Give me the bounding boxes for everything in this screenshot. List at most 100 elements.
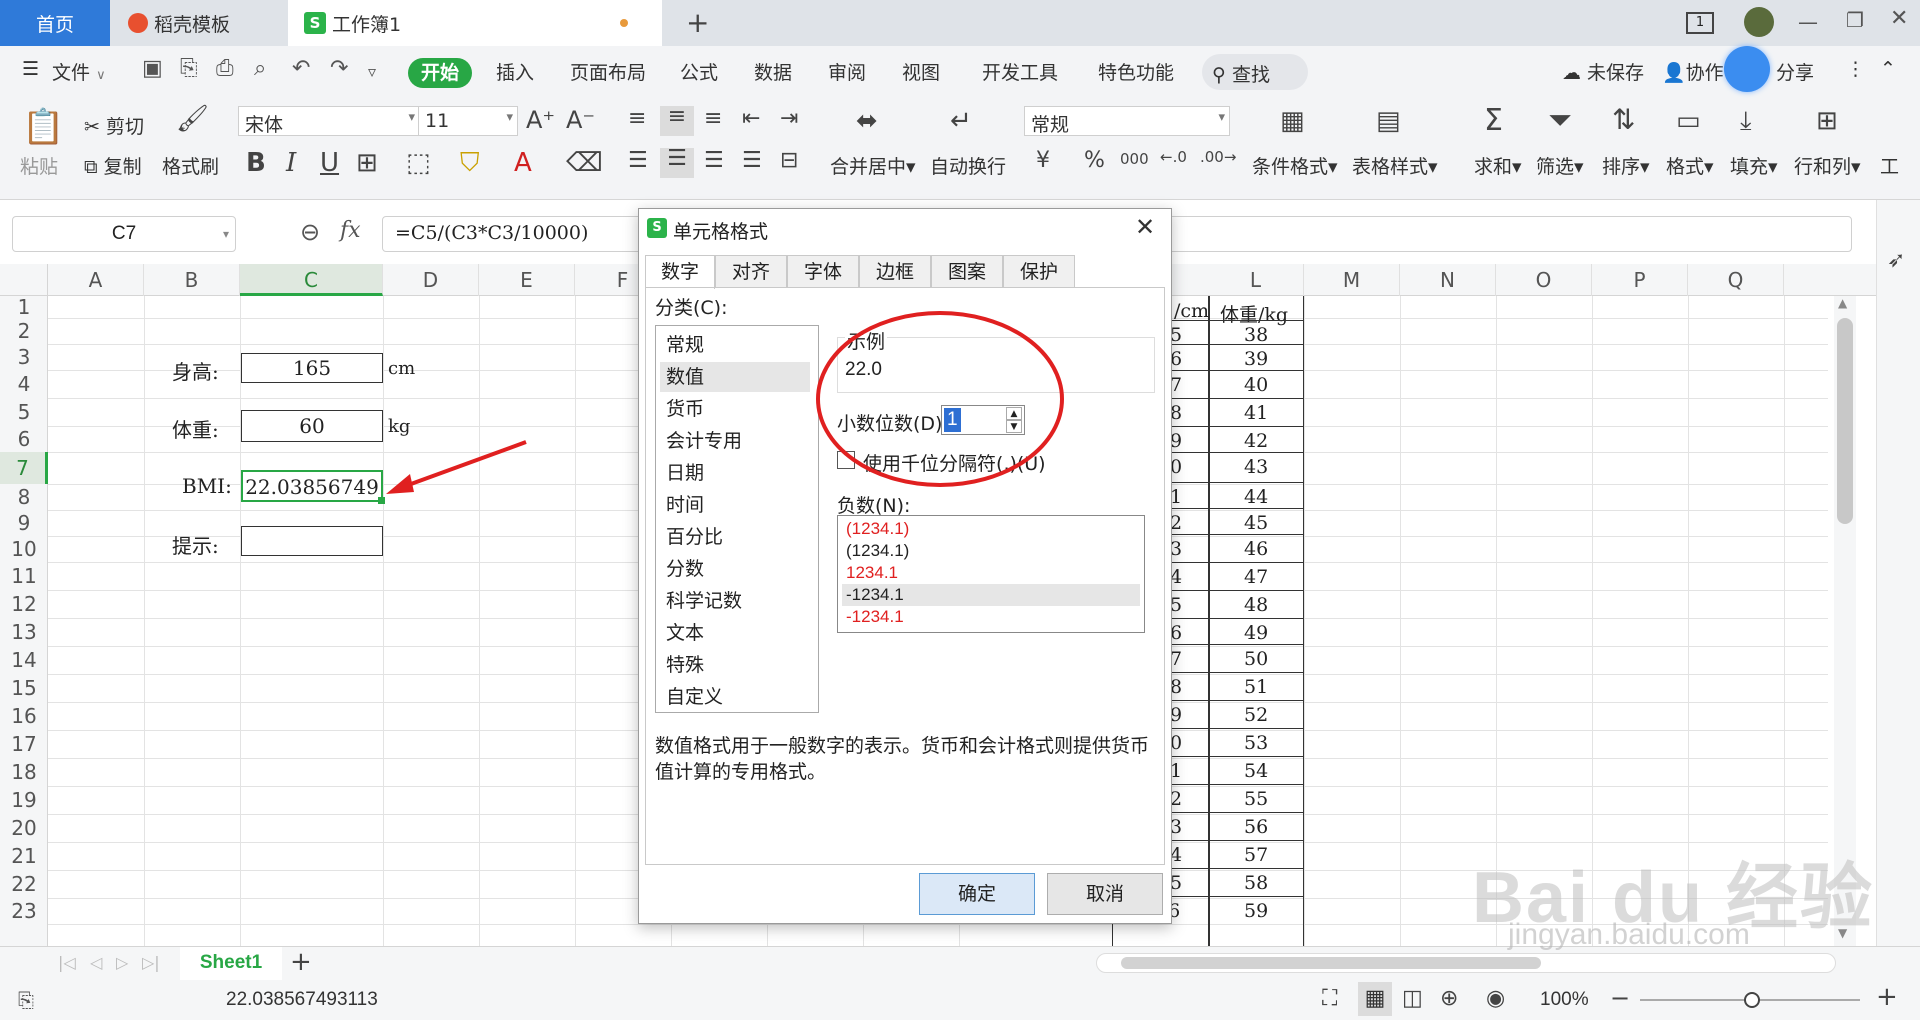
column-a[interactable]: A [48, 264, 144, 296]
table-style-button[interactable]: 表格样式▾ [1352, 152, 1438, 179]
align-top-icon[interactable]: ≡ [628, 108, 646, 130]
zoom-out-icon[interactable]: − [1610, 984, 1630, 1012]
category-item[interactable]: 科学记数 [660, 586, 810, 616]
save-icon[interactable]: ▣ [142, 56, 163, 81]
tab-home[interactable]: 首页 [0, 0, 110, 46]
negative-format-item[interactable]: -1234.1 [842, 606, 1140, 628]
page-break-view-icon[interactable]: ⊕ [1440, 986, 1458, 1011]
align-bottom-icon[interactable]: ≡ [704, 108, 722, 130]
normal-view-icon[interactable]: ▦ [1358, 982, 1392, 1016]
column-e[interactable]: E [479, 264, 575, 296]
bold-icon[interactable]: B [246, 150, 266, 176]
column-l[interactable]: L [1208, 264, 1304, 296]
cursor-icon[interactable]: ➶ [1887, 248, 1905, 273]
tab-home-ribbon[interactable]: 开始 [408, 58, 472, 88]
new-tab-button[interactable]: + [686, 6, 709, 39]
row-12[interactable]: 12 [0, 590, 48, 618]
category-item[interactable]: 特殊 [660, 650, 810, 680]
paste-icon[interactable]: 📋 [22, 110, 64, 144]
category-item[interactable]: 百分比 [660, 522, 810, 552]
function-icon[interactable]: fx [340, 218, 361, 243]
restore-icon[interactable]: ❐ [1846, 8, 1864, 32]
align-left-icon[interactable]: ☰ [628, 150, 648, 172]
align-right-icon[interactable]: ☰ [704, 150, 724, 172]
column-p[interactable]: P [1592, 264, 1688, 296]
row-11[interactable]: 11 [0, 562, 48, 590]
sum-button[interactable]: 求和▾ [1474, 152, 1522, 179]
category-list[interactable]: 常规 数值 货币 会计专用 日期 时间 百分比 分数 科学记数 文本 特殊 自定义 [655, 325, 819, 713]
row-17[interactable]: 17 [0, 730, 48, 758]
tab-docer[interactable]: 稻壳模板 [112, 0, 284, 46]
format-painter-button[interactable]: 格式刷 [162, 152, 219, 179]
row-23[interactable]: 23 [0, 898, 48, 924]
cell-style-icon[interactable]: ⬚ [406, 150, 431, 176]
row-4[interactable]: 4 [0, 370, 48, 398]
decrease-font-icon[interactable]: A⁻ [566, 108, 595, 132]
select-all-corner[interactable] [0, 264, 48, 296]
row-22[interactable]: 22 [0, 870, 48, 898]
h-scroll-thumb[interactable] [1121, 957, 1541, 969]
tab-workbook[interactable]: S 工作簿1 [288, 0, 662, 46]
indent-decrease-icon[interactable]: ⇤ [742, 108, 760, 130]
row-20[interactable]: 20 [0, 814, 48, 842]
indent-increase-icon[interactable]: ⇥ [780, 108, 798, 130]
print-preview-icon[interactable]: ⌕ [254, 56, 266, 81]
zoom-slider-handle[interactable] [1744, 992, 1760, 1008]
fill-color-icon[interactable]: ⛉ [460, 150, 480, 176]
increase-font-icon[interactable]: A⁺ [526, 108, 555, 132]
add-sheet-button[interactable]: + [290, 947, 312, 977]
minimize-icon[interactable]: — [1798, 10, 1818, 34]
worksheet-button[interactable]: 工 [1880, 152, 1899, 179]
eye-protection-icon[interactable]: ◉ [1486, 986, 1505, 1011]
row-21[interactable]: 21 [0, 842, 48, 870]
tab-font[interactable]: 字体 [787, 255, 859, 287]
clear-icon[interactable]: ⌫ [566, 150, 603, 176]
row-7[interactable]: 7 [0, 452, 48, 484]
column-c[interactable]: C [240, 264, 383, 296]
hamburger-icon[interactable]: ☰ [22, 58, 39, 80]
category-item[interactable]: 会计专用 [660, 426, 810, 456]
assistant-icon[interactable] [1724, 46, 1770, 92]
row-1[interactable]: 1 [0, 296, 48, 318]
redo-icon[interactable]: ↷ [330, 56, 348, 81]
search-box[interactable]: ⚲ 查找 [1202, 54, 1308, 90]
number-format-select[interactable]: 常规 ▾ [1024, 106, 1230, 136]
copy-button[interactable]: ⧉ 复制 [84, 152, 142, 179]
scroll-thumb[interactable] [1837, 318, 1853, 524]
hint-cell[interactable] [241, 526, 383, 556]
more-icon[interactable]: ⋮ [1846, 58, 1865, 80]
sheet-tab-sheet1[interactable]: Sheet1 [180, 947, 282, 981]
row-19[interactable]: 19 [0, 786, 48, 814]
row-18[interactable]: 18 [0, 758, 48, 786]
tab-formulas[interactable]: 公式 [680, 58, 718, 85]
collab-button[interactable]: 👤协作 [1662, 58, 1724, 85]
horizontal-scrollbar[interactable] [1096, 953, 1836, 973]
close-window-icon[interactable]: ✕ [1890, 6, 1908, 31]
sort-button[interactable]: 排序▾ [1602, 152, 1650, 179]
first-sheet-icon[interactable]: |◁ [58, 953, 76, 972]
align-middle-icon[interactable]: ≡ [660, 106, 694, 136]
tab-protection[interactable]: 保护 [1003, 255, 1075, 287]
category-item[interactable]: 时间 [660, 490, 810, 520]
print-icon[interactable]: ⎙ [216, 56, 234, 81]
tab-border[interactable]: 边框 [859, 255, 931, 287]
underline-icon[interactable]: U [320, 150, 339, 176]
tab-data[interactable]: 数据 [754, 58, 792, 85]
category-item[interactable]: 文本 [660, 618, 810, 648]
column-o[interactable]: O [1496, 264, 1592, 296]
row-16[interactable]: 16 [0, 702, 48, 730]
column-d[interactable]: D [383, 264, 479, 296]
row-2[interactable]: 2 [0, 318, 48, 344]
prev-sheet-icon[interactable]: ◁ [90, 953, 102, 972]
bmi-cell[interactable]: 22.03856749 [241, 470, 383, 502]
tab-insert[interactable]: 插入 [496, 58, 534, 85]
tab-view[interactable]: 视图 [902, 58, 940, 85]
zoom-formula-icon[interactable]: ⊖ [300, 218, 320, 246]
negative-format-item[interactable]: (1234.1) [842, 540, 1140, 562]
height-cell[interactable]: 165 [241, 353, 383, 383]
column-n[interactable]: N [1400, 264, 1496, 296]
collapse-ribbon-icon[interactable]: ⌃ [1880, 58, 1896, 80]
avatar[interactable] [1744, 7, 1774, 37]
undo-icon[interactable]: ↶ [292, 56, 310, 81]
column-m[interactable]: M [1304, 264, 1400, 296]
